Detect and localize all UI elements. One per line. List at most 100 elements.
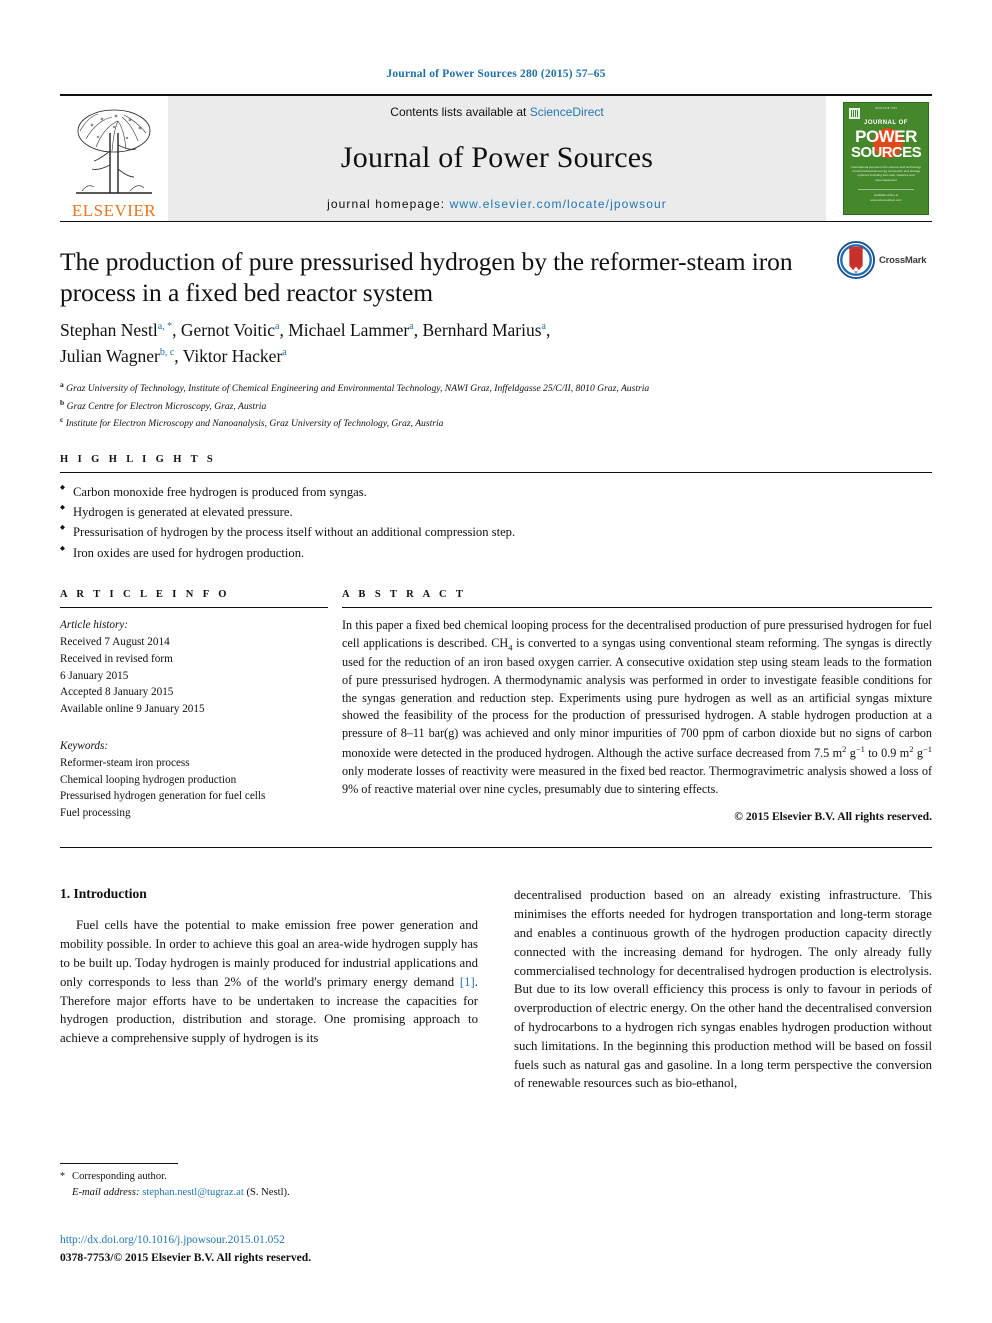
affiliation-text: Graz Centre for Electron Microscopy, Gra… bbox=[66, 400, 267, 412]
author-marks: a bbox=[409, 321, 414, 333]
info-abstract-row: A R T I C L E I N F O Article history: R… bbox=[60, 563, 932, 823]
masthead-center-panel: Contents lists available at ScienceDirec… bbox=[168, 96, 826, 221]
title-block: The production of pure pressurised hydro… bbox=[60, 222, 932, 432]
email-label: E-mail address: bbox=[72, 1187, 140, 1199]
crossmark-badge[interactable]: CrossMark bbox=[837, 240, 932, 280]
abstract-part: is converted to a syngas using conventio… bbox=[342, 636, 932, 761]
affiliation-item: c Institute for Electron Microscopy and … bbox=[60, 414, 932, 432]
article-info-section: A R T I C L E I N F O Article history: R… bbox=[60, 589, 328, 823]
contents-list-line: Contents lists available at ScienceDirec… bbox=[390, 105, 603, 119]
abstract-copyright: © 2015 Elsevier B.V. All rights reserved… bbox=[734, 810, 932, 824]
journal-title: Journal of Power Sources bbox=[340, 141, 654, 174]
footnote-corresponding-text: Corresponding author. bbox=[72, 1171, 167, 1182]
abstract-superscript: −1 bbox=[855, 743, 865, 754]
author-name: Viktor Hacker bbox=[182, 345, 283, 366]
footnote-corresponding: * Corresponding author. bbox=[60, 1169, 478, 1185]
author-marks: a, * bbox=[157, 321, 173, 333]
abstract-rule bbox=[342, 607, 932, 609]
homepage-label: journal homepage: bbox=[327, 197, 450, 211]
elsevier-tree-icon bbox=[76, 109, 152, 194]
list-item: Pressurisation of hydrogen by the proces… bbox=[60, 522, 932, 542]
list-item: Iron oxides are used for hydrogen produc… bbox=[60, 543, 932, 563]
keyword-item: Chemical looping hydrogen production bbox=[60, 773, 237, 786]
keywords-block: Keywords: Reformer-steam iron process Ch… bbox=[60, 738, 328, 822]
body-columns: 1. Introduction Fuel cells have the pote… bbox=[60, 848, 932, 1093]
author-item: Viktor Hackera bbox=[183, 346, 287, 366]
affiliation-mark: a bbox=[60, 379, 64, 389]
corresponding-author-footnote: * Corresponding author. E-mail address: s… bbox=[60, 1163, 478, 1201]
article-info-rule bbox=[60, 607, 328, 609]
section-heading-introduction: 1. Introduction bbox=[60, 886, 147, 902]
author-marks: a bbox=[275, 321, 280, 333]
affiliation-mark: b bbox=[60, 397, 65, 407]
journal-masthead: ELSEVIER Contents lists available at Sci… bbox=[0, 80, 992, 222]
author-item: Bernhard Mariusa bbox=[422, 320, 546, 340]
cover-line2: POWER bbox=[855, 127, 917, 146]
cover-subtitle: International journal on the science and… bbox=[851, 165, 921, 182]
history-item: 6 January 2015 bbox=[60, 669, 129, 682]
crossmark-icon bbox=[837, 241, 875, 279]
keyword-item: Reformer-steam iron process bbox=[60, 756, 190, 769]
body-column-left: 1. Introduction Fuel cells have the pote… bbox=[60, 886, 478, 1093]
abstract-section: A B S T R A C T In this paper a fixed be… bbox=[328, 589, 932, 823]
affiliation-item: b Graz Centre for Electron Microscopy, G… bbox=[60, 397, 932, 415]
abstract-superscript: −1 bbox=[922, 743, 933, 754]
history-item: Received in revised form bbox=[60, 652, 173, 665]
author-list: Stephan Nestla, *, Gernot Voitica, Micha… bbox=[60, 320, 551, 366]
reference-link[interactable]: [1] bbox=[460, 975, 475, 989]
issn-copyright: 0378-7753/© 2015 Elsevier B.V. All right… bbox=[60, 1251, 312, 1265]
page-footer: http://dx.doi.org/10.1016/j.jpowsour.201… bbox=[60, 1232, 560, 1267]
author-name: Gernot Voitic bbox=[180, 320, 276, 341]
author-item: Stephan Nestla, * bbox=[60, 320, 172, 340]
history-item: Accepted 8 January 2015 bbox=[60, 686, 174, 699]
affiliation-item: a Graz University of Technology, Institu… bbox=[60, 379, 932, 397]
crossmark-label: CrossMark bbox=[879, 254, 927, 266]
doi-link[interactable]: http://dx.doi.org/10.1016/j.jpowsour.201… bbox=[60, 1232, 560, 1249]
elsevier-wordmark: ELSEVIER bbox=[71, 201, 157, 220]
body-paragraph: Fuel cells have the potential to make em… bbox=[60, 916, 478, 1048]
body-column-right: decentralised production based on an alr… bbox=[514, 886, 932, 1093]
abstract-heading: A B S T R A C T bbox=[342, 589, 467, 601]
footnote-email: E-mail address: stephan.nestl@tugraz.at … bbox=[60, 1185, 478, 1201]
cover-top-line: ISSN 0378-7753 bbox=[875, 107, 897, 110]
keywords-label: Keywords: bbox=[60, 740, 109, 753]
cover-line1: JOURNAL OF bbox=[864, 120, 908, 126]
elsevier-logo: ELSEVIER bbox=[60, 96, 168, 221]
journal-homepage-line: journal homepage: www.elsevier.com/locat… bbox=[327, 197, 667, 211]
history-item: Received 7 August 2014 bbox=[60, 636, 170, 649]
author-item: Michael Lammera bbox=[288, 320, 413, 340]
cover-line3: SOURCES bbox=[851, 144, 922, 161]
running-head: Journal of Power Sources 280 (2015) 57–6… bbox=[386, 68, 606, 80]
highlights-heading: H I G H L I G H T S bbox=[60, 453, 217, 465]
affiliation-text: Institute for Electron Microscopy and Na… bbox=[65, 418, 444, 430]
footnote-rule bbox=[60, 1163, 178, 1164]
sciencedirect-link[interactable]: ScienceDirect bbox=[530, 105, 604, 119]
contents-prefix: Contents lists available at bbox=[390, 105, 530, 119]
author-marks: b, c bbox=[159, 346, 175, 358]
keyword-item: Pressurised hydrogen generation for fuel… bbox=[60, 790, 266, 803]
list-item: Carbon monoxide free hydrogen is produce… bbox=[60, 482, 932, 502]
highlights-list: Carbon monoxide free hydrogen is produce… bbox=[60, 482, 932, 564]
cover-art: ISSN 0378-7753 JOURNAL OF POWER SOURCES … bbox=[843, 102, 929, 215]
list-item: Hydrogen is generated at elevated pressu… bbox=[60, 502, 932, 522]
journal-cover-thumbnail: ISSN 0378-7753 JOURNAL OF POWER SOURCES … bbox=[840, 96, 932, 221]
history-item: Available online 9 January 2015 bbox=[60, 703, 205, 716]
author-name: Bernhard Marius bbox=[422, 320, 542, 341]
author-item: Julian Wagnerb, c bbox=[60, 346, 174, 366]
page-title: The production of pure pressurised hydro… bbox=[60, 247, 793, 308]
author-marks: a bbox=[282, 346, 287, 358]
abstract-part: only moderate losses of reactivity were … bbox=[342, 763, 932, 796]
author-name: Stephan Nestl bbox=[60, 320, 158, 341]
email-owner: (S. Nestl). bbox=[246, 1187, 290, 1199]
author-name: Michael Lammer bbox=[288, 320, 410, 341]
article-page: Journal of Power Sources 280 (2015) 57–6… bbox=[0, 0, 992, 1323]
abstract-text: In this paper a fixed bed chemical loopi… bbox=[342, 617, 932, 798]
email-link[interactable]: stephan.nestl@tugraz.at bbox=[142, 1187, 244, 1198]
homepage-url[interactable]: www.elsevier.com/locate/jpowsour bbox=[450, 197, 667, 211]
article-info-heading: A R T I C L E I N F O bbox=[60, 589, 230, 601]
keyword-item: Fuel processing bbox=[60, 807, 131, 820]
author-name: Julian Wagner bbox=[60, 345, 160, 366]
abstract-part: g bbox=[913, 746, 923, 761]
author-item: Gernot Voitica bbox=[181, 320, 280, 340]
highlights-rule bbox=[60, 471, 932, 473]
